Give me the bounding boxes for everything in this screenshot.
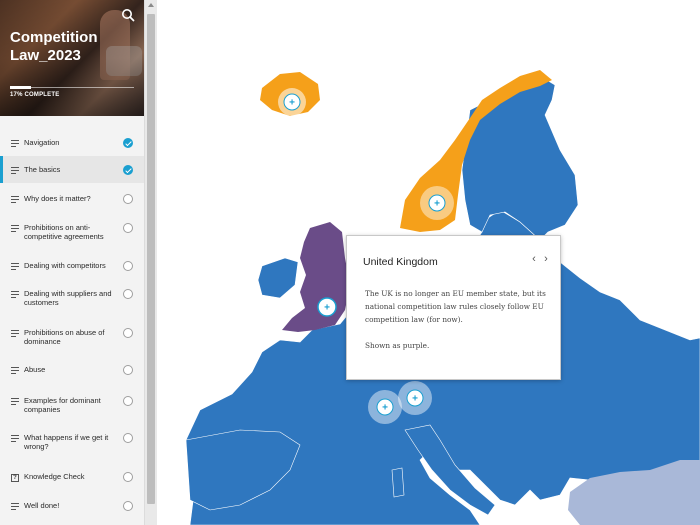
sidebar-item-label: Examples for dominant companies: [24, 396, 101, 414]
lines-icon: [11, 367, 19, 376]
sidebar-item[interactable]: What happens if we get it wrong?: [0, 424, 144, 461]
sidebar-item-label: The basics: [24, 165, 61, 174]
sidebar-item-label: Dealing with suppliers and customers: [24, 289, 112, 307]
hotspot-plus-icon: +: [412, 394, 418, 405]
empty-circle-icon: [123, 223, 133, 233]
sidebar-item[interactable]: Navigation: [0, 129, 144, 156]
popup-title: United Kingdom: [363, 256, 438, 268]
progress-bar: [10, 86, 134, 89]
course-title: Competition Law_2023: [10, 29, 98, 64]
sidebar: Competition Law_2023 17% COMPLETE Naviga…: [0, 0, 144, 525]
lines-icon: [11, 225, 19, 234]
sidebar-item-label: Abuse: [24, 365, 46, 374]
sidebar-item[interactable]: Well done!: [0, 492, 144, 519]
sidebar-item[interactable]: Why does it matter?: [0, 185, 144, 212]
empty-circle-icon: [123, 365, 133, 375]
sidebar-item-label: Prohibitions on anti-competitive agreeme…: [24, 223, 104, 241]
lines-icon: [11, 140, 19, 149]
sidebar-item-label: Knowledge Check: [24, 472, 85, 481]
hotspot-liechtenstein[interactable]: +: [398, 381, 432, 415]
empty-circle-icon: [123, 501, 133, 511]
sidebar-item[interactable]: ? Knowledge Check: [0, 463, 144, 490]
empty-circle-icon: [123, 396, 133, 406]
lines-icon: [11, 435, 19, 444]
empty-circle-icon: [123, 328, 133, 338]
empty-circle-icon: [123, 261, 133, 271]
hotspot-plus-icon: +: [434, 199, 440, 210]
map-region-nordic-eu: [461, 75, 579, 241]
sidebar-item[interactable]: Abuse: [0, 356, 144, 385]
course-header: Competition Law_2023 17% COMPLETE: [0, 0, 144, 116]
check-circle-icon: [123, 165, 133, 175]
hotspot-plus-icon: +: [382, 403, 388, 414]
lines-icon: [11, 263, 19, 272]
sidebar-item[interactable]: Dealing with suppliers and customers: [0, 280, 144, 317]
lines-icon: [11, 167, 19, 176]
lines-icon: [11, 291, 19, 300]
search-icon[interactable]: [121, 8, 135, 22]
sidebar-item-label: Why does it matter?: [24, 194, 91, 203]
scroll-up-arrow-icon[interactable]: [148, 3, 154, 7]
lines-icon: [11, 330, 19, 339]
popup-note: Shown as purple.: [365, 341, 430, 350]
hotspot-iceland[interactable]: +: [278, 88, 306, 116]
empty-circle-icon: [123, 472, 133, 482]
sidebar-item[interactable]: Prohibitions on abuse of dominance: [0, 319, 144, 354]
map-region-islands: [391, 467, 405, 498]
hotspot-plus-icon: +: [324, 303, 330, 314]
sidebar-item-label: Well done!: [24, 501, 60, 510]
popup-body: The UK is no longer an EU member state, …: [365, 287, 555, 365]
sidebar-item-label: Prohibitions on abuse of dominance: [24, 328, 105, 346]
country-popup: United Kingdom ‹ › The UK is no longer a…: [346, 235, 561, 380]
lines-icon: [11, 503, 19, 512]
empty-circle-icon: [123, 194, 133, 204]
sidebar-item-label: What happens if we get it wrong?: [24, 433, 109, 451]
progress-label: 17% COMPLETE: [10, 92, 60, 98]
chevron-left-icon[interactable]: ‹: [529, 253, 539, 265]
hotspot-norway[interactable]: +: [420, 186, 454, 220]
hotspot-switzerland[interactable]: +: [368, 390, 402, 424]
sidebar-item-label: Navigation: [24, 138, 60, 147]
progress-fill: [10, 86, 32, 89]
sidebar-scrollbar[interactable]: [144, 0, 157, 525]
lines-icon: [11, 196, 19, 205]
empty-circle-icon: [123, 433, 133, 443]
popup-text: The UK is no longer an EU member state, …: [365, 289, 546, 324]
empty-circle-icon: [123, 289, 133, 299]
sidebar-item[interactable]: Examples for dominant companies: [0, 387, 144, 423]
sidebar-item[interactable]: Prohibitions on anti-competitive agreeme…: [0, 214, 144, 250]
sidebar-item[interactable]: The basics: [0, 156, 144, 183]
hotspot-plus-icon: +: [289, 98, 295, 109]
scrollbar-thumb[interactable]: [147, 14, 155, 504]
lines-icon: [11, 398, 19, 407]
question-icon: ?: [11, 474, 19, 482]
sidebar-item[interactable]: Dealing with competitors: [0, 252, 144, 279]
check-circle-icon: [123, 138, 133, 148]
map-region-ireland: [257, 257, 299, 299]
sidebar-item-label: Dealing with competitors: [24, 261, 106, 270]
chevron-right-icon[interactable]: ›: [541, 253, 551, 265]
hotspot-uk[interactable]: +: [317, 297, 337, 317]
